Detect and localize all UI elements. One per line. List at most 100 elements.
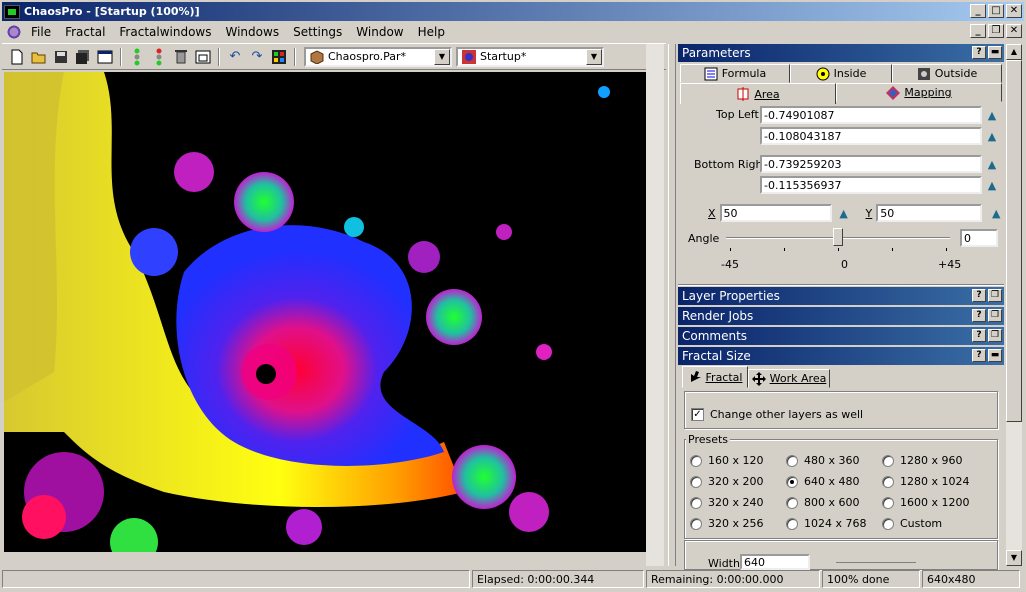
- menu-windows[interactable]: Windows: [219, 25, 287, 39]
- radio-icon[interactable]: [882, 454, 894, 467]
- palette-icon[interactable]: [268, 47, 290, 67]
- mdi-minimize-button[interactable]: _: [970, 24, 986, 38]
- bottom-right-y-field[interactable]: -0.115356937: [760, 176, 982, 194]
- change-layers-checkbox[interactable]: ✓ Change other layers as well: [691, 408, 863, 421]
- preset-radio[interactable]: 320 x 200: [690, 475, 764, 488]
- redo-icon[interactable]: ↷: [246, 47, 268, 67]
- menu-fractalwindows[interactable]: Fractalwindows: [112, 25, 218, 39]
- tab-fractal[interactable]: Fractal: [682, 366, 748, 388]
- x-field[interactable]: 50: [719, 204, 832, 222]
- comments-header[interactable]: Comments ? ❐: [678, 327, 1004, 345]
- preset-radio[interactable]: 1024 x 768: [786, 517, 867, 530]
- mdi-restore-button[interactable]: ❐: [988, 24, 1004, 38]
- angle-field[interactable]: 0: [960, 229, 998, 247]
- scroll-down-icon[interactable]: ▼: [1006, 550, 1022, 566]
- preset-radio[interactable]: 320 x 240: [690, 496, 764, 509]
- window-icon[interactable]: [94, 47, 116, 67]
- undo-icon[interactable]: ↶: [224, 47, 246, 67]
- preset-radio[interactable]: 160 x 120: [690, 454, 764, 467]
- y-field[interactable]: 50: [876, 204, 983, 222]
- preset-radio[interactable]: Custom: [882, 517, 942, 530]
- top-left-x-field[interactable]: -0.74901087: [760, 106, 982, 124]
- new-icon[interactable]: [6, 47, 28, 67]
- chevron-down-icon[interactable]: ▼: [434, 48, 450, 65]
- preset-radio[interactable]: 480 x 360: [786, 454, 860, 467]
- traffic-red-icon[interactable]: [148, 47, 170, 67]
- scroll-thumb[interactable]: [1006, 60, 1022, 422]
- fractal-canvas[interactable]: [4, 72, 646, 552]
- checkbox-checked-icon[interactable]: ✓: [691, 408, 704, 421]
- mdi-close-button[interactable]: ✕: [1006, 24, 1022, 38]
- menu-help[interactable]: Help: [411, 25, 452, 39]
- radio-icon[interactable]: [690, 496, 702, 509]
- canvas-vertical-scrollbar[interactable]: [646, 44, 664, 566]
- tab-inside[interactable]: Inside: [790, 64, 892, 83]
- title-bar[interactable]: ChaosPro - [Startup (100%)] _ □ ✕: [2, 2, 1024, 21]
- layers-icon[interactable]: [192, 47, 214, 67]
- help-button[interactable]: ?: [972, 309, 986, 322]
- width-slider[interactable]: [836, 562, 916, 566]
- expand-button[interactable]: ❐: [988, 329, 1002, 342]
- radio-icon[interactable]: [690, 454, 702, 467]
- collapse-button[interactable]: ▬: [988, 46, 1002, 59]
- render-jobs-header[interactable]: Render Jobs ? ❐: [678, 307, 1004, 325]
- collapse-button[interactable]: ▬: [988, 349, 1002, 362]
- tab-formula[interactable]: Formula: [680, 64, 790, 83]
- menu-settings[interactable]: Settings: [286, 25, 349, 39]
- help-button[interactable]: ?: [972, 46, 986, 59]
- help-button[interactable]: ?: [972, 289, 986, 302]
- radio-selected-icon[interactable]: [786, 475, 798, 488]
- radio-icon[interactable]: [882, 475, 894, 488]
- minimize-button[interactable]: _: [970, 4, 986, 18]
- lock-icon[interactable]: ▲: [986, 157, 998, 171]
- parameters-header[interactable]: Parameters ? ▬: [678, 44, 1004, 62]
- radio-icon[interactable]: [786, 517, 798, 530]
- tab-area[interactable]: Area: [680, 83, 836, 104]
- close-button[interactable]: ✕: [1006, 4, 1022, 18]
- top-left-y-field[interactable]: -0.108043187: [760, 127, 982, 145]
- maximize-button[interactable]: □: [988, 4, 1004, 18]
- preset-radio[interactable]: 800 x 600: [786, 496, 860, 509]
- traffic-green-icon[interactable]: [126, 47, 148, 67]
- trash-icon[interactable]: [170, 47, 192, 67]
- lock-icon[interactable]: ▲: [990, 206, 1002, 220]
- fractal-size-header[interactable]: Fractal Size ? ▬: [678, 347, 1004, 365]
- preset-radio[interactable]: 320 x 256: [690, 517, 764, 530]
- lock-icon[interactable]: ▲: [986, 108, 998, 122]
- open-icon[interactable]: [28, 47, 50, 67]
- help-button[interactable]: ?: [972, 349, 986, 362]
- layer-properties-header[interactable]: Layer Properties ? ❐: [678, 287, 1004, 305]
- panel-vertical-scrollbar[interactable]: ▲ ▼: [1006, 44, 1022, 566]
- mdi-document-icon[interactable]: [6, 24, 22, 39]
- tab-outside[interactable]: Outside: [892, 64, 1002, 83]
- preset-radio[interactable]: 1600 x 1200: [882, 496, 970, 509]
- tab-work-area[interactable]: Work Area: [748, 369, 830, 388]
- bottom-right-x-field[interactable]: -0.739259203: [760, 155, 982, 173]
- save-icon[interactable]: [50, 47, 72, 67]
- preset-radio[interactable]: 640 x 480: [786, 475, 860, 488]
- radio-icon[interactable]: [690, 517, 702, 530]
- layer-combo[interactable]: Startup* ▼: [456, 46, 604, 67]
- parameter-file-combo[interactable]: Chaospro.Par* ▼: [304, 46, 452, 67]
- radio-icon[interactable]: [786, 496, 798, 509]
- expand-button[interactable]: ❐: [988, 309, 1002, 322]
- preset-radio[interactable]: 1280 x 1024: [882, 475, 970, 488]
- angle-slider-thumb[interactable]: [833, 228, 843, 246]
- width-field[interactable]: 640: [740, 554, 810, 570]
- scroll-up-icon[interactable]: ▲: [1006, 44, 1022, 60]
- menu-fractal[interactable]: Fractal: [58, 25, 112, 39]
- save-all-icon[interactable]: [72, 47, 94, 67]
- lock-icon[interactable]: ▲: [986, 178, 998, 192]
- lock-icon[interactable]: ▲: [986, 129, 998, 143]
- panel-splitter[interactable]: [668, 44, 676, 566]
- chevron-down-icon[interactable]: ▼: [586, 48, 602, 65]
- lock-icon[interactable]: ▲: [838, 206, 850, 220]
- tab-mapping[interactable]: Mapping: [836, 83, 1002, 102]
- help-button[interactable]: ?: [972, 329, 986, 342]
- radio-icon[interactable]: [882, 517, 894, 530]
- expand-button[interactable]: ❐: [988, 289, 1002, 302]
- menu-file[interactable]: File: [24, 25, 58, 39]
- radio-icon[interactable]: [690, 475, 702, 488]
- preset-radio[interactable]: 1280 x 960: [882, 454, 963, 467]
- radio-icon[interactable]: [786, 454, 798, 467]
